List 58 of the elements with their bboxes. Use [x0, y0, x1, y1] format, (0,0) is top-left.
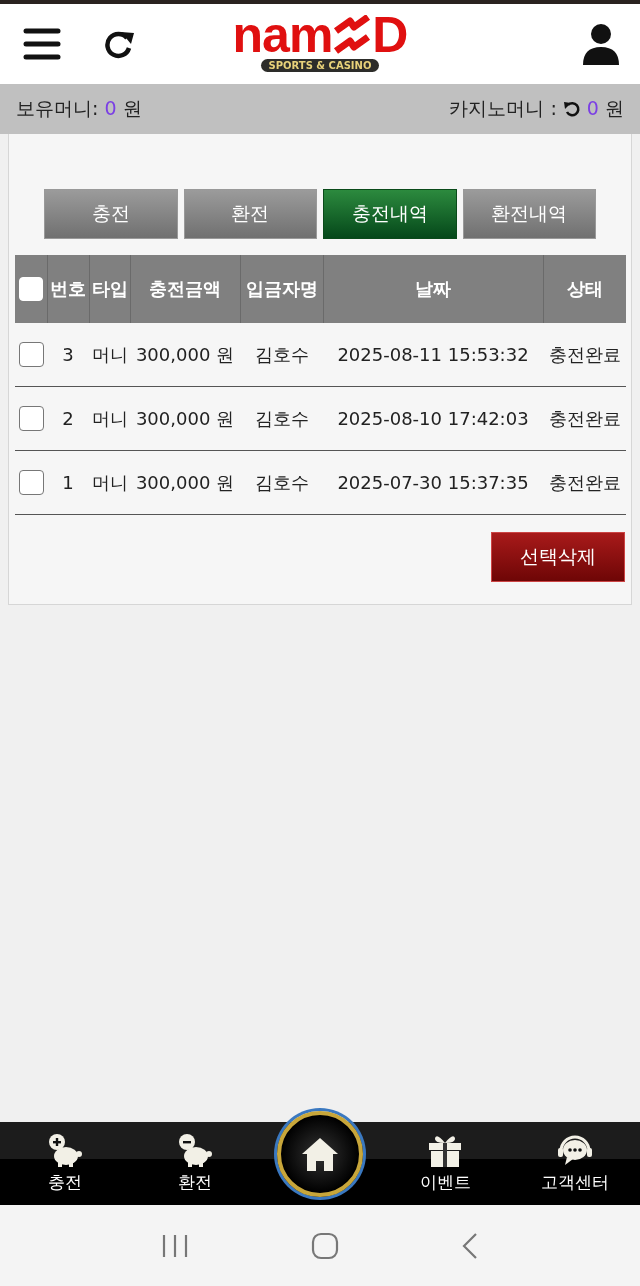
row-checkbox[interactable]	[18, 406, 44, 431]
nav-item[interactable]: 고객센터	[520, 1133, 630, 1194]
table-cell: 3	[47, 323, 89, 387]
home-button[interactable]	[277, 1110, 363, 1197]
table-cell: 김호수	[240, 450, 323, 515]
table-cell: 머니	[89, 386, 130, 451]
home-icon[interactable]	[311, 1231, 339, 1260]
column-header: 입금자명	[240, 255, 323, 323]
delete-selected-button[interactable]: 선택삭제	[491, 532, 625, 582]
table-cell: 2025-07-30 15:37:35	[323, 450, 543, 515]
column-header: 충전금액	[130, 255, 240, 323]
balance-text: 보유머니: 0 원	[16, 96, 142, 121]
table-cell: 충전완료	[543, 323, 626, 387]
table-cell: 300,000 원	[130, 450, 240, 515]
zigzag-icon	[332, 15, 373, 55]
logo-text: nam	[232, 12, 333, 58]
table-cell: 300,000 원	[130, 323, 240, 387]
nav-item[interactable]: 충전	[10, 1133, 120, 1194]
table-cell: 충전완료	[543, 386, 626, 451]
column-header: 날짜	[323, 255, 543, 323]
select-all-checkbox[interactable]	[18, 277, 43, 301]
table-cell: 머니	[89, 323, 130, 387]
piggy-bank-icon	[48, 1133, 82, 1167]
table-cell: 김호수	[240, 323, 323, 387]
logo[interactable]: nam D SPORTS & CASINO	[215, 12, 425, 72]
column-header: 타입	[89, 255, 130, 323]
row-checkbox[interactable]	[18, 342, 44, 367]
tab[interactable]: 환전	[183, 189, 317, 239]
logo-text: D	[372, 12, 408, 58]
refresh-icon[interactable]	[103, 29, 135, 59]
table-cell: 머니	[89, 450, 130, 515]
headset-chat-icon	[555, 1133, 595, 1167]
column-header: 번호	[47, 255, 89, 323]
row-checkbox[interactable]	[18, 470, 44, 495]
balance-label: 카지노머니 :	[449, 96, 557, 121]
balance-amount: 0 원	[586, 96, 624, 121]
tab[interactable]: 충전	[44, 189, 178, 239]
column-header: 상태	[543, 255, 626, 323]
table-cell: 1	[47, 450, 89, 515]
table-cell: 2	[47, 386, 89, 451]
table-cell: 300,000 원	[130, 386, 240, 451]
piggy-bank-icon	[178, 1133, 212, 1167]
logo-tagline: SPORTS & CASINO	[260, 59, 380, 72]
nav-item[interactable]: 이벤트	[390, 1133, 500, 1194]
tab[interactable]: 충전내역	[323, 189, 457, 239]
table-cell: 충전완료	[543, 450, 626, 515]
home-icon	[300, 1135, 340, 1172]
nav-item[interactable]: 환전	[140, 1133, 250, 1194]
back-icon[interactable]	[461, 1231, 479, 1260]
refresh-icon[interactable]	[562, 100, 581, 118]
table-cell: 2025-08-10 17:42:03	[323, 386, 543, 451]
user-icon[interactable]	[582, 23, 620, 65]
gift-icon	[427, 1133, 463, 1167]
menu-icon[interactable]	[23, 27, 61, 61]
table-cell: 2025-08-11 15:53:32	[323, 323, 543, 387]
recent-apps-icon[interactable]	[161, 1232, 189, 1259]
table-cell: 김호수	[240, 386, 323, 451]
tab[interactable]: 환전내역	[462, 189, 596, 239]
